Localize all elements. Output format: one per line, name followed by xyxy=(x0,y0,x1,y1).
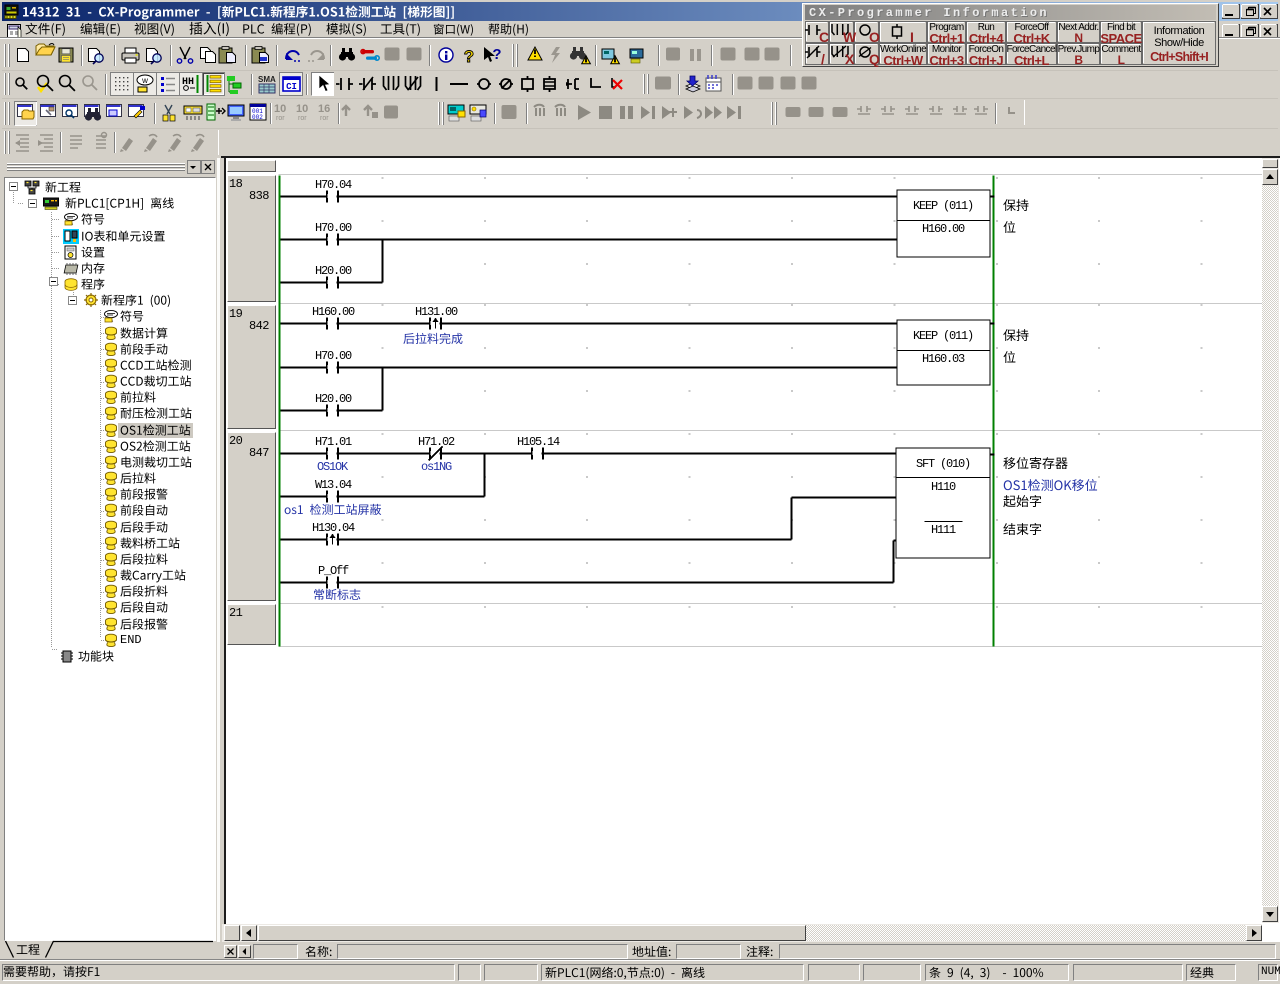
svg-text:H160.00: H160.00 xyxy=(312,305,355,319)
svg-text:H160.03: H160.03 xyxy=(922,352,965,366)
svg-text:os1NG: os1NG xyxy=(421,460,452,474)
svg-text:OS1OK: OS1OK xyxy=(317,460,349,474)
svg-text:H105.14: H105.14 xyxy=(517,435,560,449)
svg-text:002: 002 xyxy=(252,114,263,121)
svg-text:H130.04: H130.04 xyxy=(312,521,355,535)
svg-text:H20.00: H20.00 xyxy=(315,392,352,406)
svg-text:ror: ror xyxy=(298,115,307,122)
svg-text:ror: ror xyxy=(276,115,285,122)
svg-text:16: 16 xyxy=(318,103,330,115)
svg-text:P_Off: P_Off xyxy=(318,564,349,578)
svg-text:H20.00: H20.00 xyxy=(315,264,352,278)
svg-text:SFT (010): SFT (010) xyxy=(916,457,970,471)
svg-text:SMA: SMA xyxy=(258,75,276,84)
svg-text:H131.00: H131.00 xyxy=(415,305,458,319)
svg-text:10: 10 xyxy=(296,103,308,115)
svg-text:H111: H111 xyxy=(931,523,956,537)
svg-text:H70.00: H70.00 xyxy=(315,349,352,363)
svg-text:KEEP (011): KEEP (011) xyxy=(913,199,973,213)
svg-text:w: w xyxy=(141,76,148,85)
svg-text:H160.00: H160.00 xyxy=(922,222,965,236)
svg-text:H110: H110 xyxy=(931,480,956,494)
svg-text:H70.04: H70.04 xyxy=(315,178,352,192)
svg-text:W13.04: W13.04 xyxy=(315,478,352,492)
svg-text:KEEP (011): KEEP (011) xyxy=(913,329,973,343)
svg-text:10: 10 xyxy=(274,103,286,115)
svg-text:H71.01: H71.01 xyxy=(315,435,352,449)
svg-text:ror: ror xyxy=(320,115,329,122)
svg-text:H70.00: H70.00 xyxy=(315,221,352,235)
svg-text:H71.02: H71.02 xyxy=(418,435,455,449)
svg-text:CI: CI xyxy=(286,82,297,92)
